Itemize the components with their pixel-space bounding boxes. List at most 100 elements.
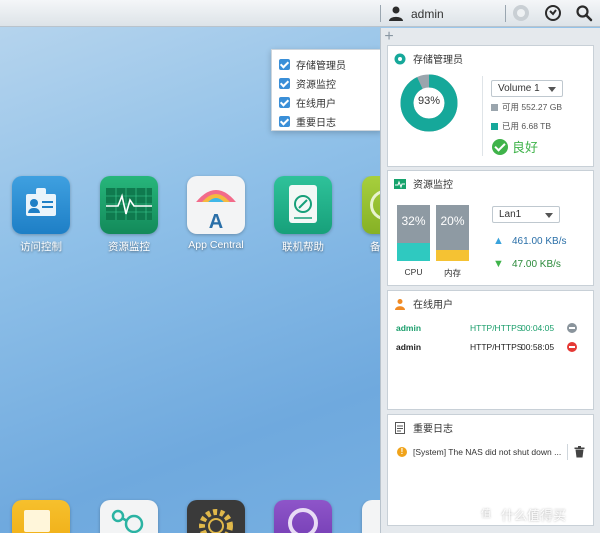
storage-widget: 存储管理员 93% Volume 1 可用 552.27 GB 已用 6.68 … — [387, 45, 594, 167]
log-widget-title: 重要日志 — [413, 424, 453, 435]
app-access-control[interactable]: 访问控制 — [6, 176, 76, 254]
memory-label: 内存 — [443, 268, 461, 278]
log-icon — [395, 421, 405, 434]
topbar-separator — [380, 5, 381, 22]
app-file-explorer[interactable] — [6, 500, 76, 533]
resource-widget: 资源监控 32% CPU 20% 内存 Lan1 ▲ 461.00 KB/s ▼… — [387, 170, 594, 286]
upload-rate: ▲ 461.00 KB/s — [493, 235, 566, 247]
chooser-option-label: 存储管理员 — [296, 60, 346, 72]
watermark: 值 什么值得买 — [477, 505, 566, 524]
svg-text:A: A — [209, 211, 223, 233]
online-user-protocol: HTTP/HTTPS — [470, 342, 523, 352]
watermark-logo: 值 — [477, 505, 495, 524]
log-entry[interactable]: ! [System] The NAS did not shut down ... — [397, 444, 587, 460]
online-user-name: admin — [396, 342, 422, 352]
share-icon — [100, 500, 158, 533]
storage-status-text: 良好 — [512, 140, 539, 155]
app-online-help[interactable]: 联机帮助 — [268, 176, 338, 254]
storage-widget-title: 存储管理员 — [413, 55, 463, 66]
topbar-separator — [505, 5, 506, 22]
app-share[interactable] — [94, 500, 164, 533]
online-user-icon — [395, 298, 405, 310]
top-bar: admin — [0, 0, 600, 27]
access-control-icon — [12, 176, 70, 234]
used-value: 6.68 TB — [521, 121, 552, 131]
chooser-option-label: 资源监控 — [296, 79, 336, 91]
storage-used: 已用 6.68 TB — [491, 120, 551, 132]
memory-percent: 20% — [440, 214, 465, 228]
memory-bar: 20% — [436, 205, 469, 261]
disconnect-icon[interactable] — [567, 342, 577, 352]
checkbox-checked-icon[interactable] — [279, 96, 290, 108]
online-help-icon — [274, 176, 332, 234]
used-label: 已用 — [502, 121, 520, 131]
storage-percent: 93% — [417, 95, 441, 107]
app-settings[interactable] — [181, 500, 251, 533]
user-icon[interactable] — [388, 5, 404, 21]
app-partial[interactable]: 备 — [354, 176, 380, 254]
online-user-row: admin HTTP/HTTPS 00:04:05 — [396, 321, 586, 335]
username-label[interactable]: admin — [411, 7, 444, 21]
app-media[interactable] — [268, 500, 338, 533]
app-label: App Central — [188, 239, 244, 251]
checkbox-checked-icon[interactable] — [279, 77, 290, 89]
app-central-icon: A — [187, 176, 245, 234]
resource-widget-header: 资源监控 — [394, 176, 453, 191]
available-value: 552.27 GB — [521, 102, 563, 112]
app-label: 备 — [370, 241, 380, 253]
app-partial-2[interactable] — [354, 500, 380, 533]
chooser-option-resource[interactable]: 资源监控 — [279, 76, 336, 91]
chooser-option-online-users[interactable]: 在线用户 — [279, 95, 336, 110]
widget-chooser: 存储管理员 资源监控 在线用户 重要日志 — [271, 49, 382, 131]
online-user-protocol: HTTP/HTTPS — [470, 323, 523, 333]
partial-app-icon — [362, 176, 380, 234]
folder-icon — [12, 500, 70, 533]
online-user-name: admin — [396, 323, 422, 333]
resource-monitor-small-icon — [394, 178, 406, 189]
app-resource-monitor[interactable]: 资源监控 — [94, 176, 164, 254]
storage-icon — [394, 53, 406, 64]
download-value: 47.00 KB/s — [512, 258, 561, 270]
checkbox-checked-icon[interactable] — [279, 58, 290, 70]
checkbox-checked-icon[interactable] — [279, 115, 290, 127]
cpu-label: CPU — [404, 267, 423, 277]
download-rate: ▼ 47.00 KB/s — [493, 258, 561, 270]
app-label: 访问控制 — [20, 241, 62, 253]
online-users-title: 在线用户 — [413, 300, 453, 311]
chooser-option-label: 重要日志 — [296, 117, 336, 129]
add-widget-button[interactable]: + — [382, 28, 396, 46]
online-user-row: admin HTTP/HTTPS 00:58:05 — [396, 340, 586, 354]
lan-select-value: Lan1 — [499, 209, 522, 220]
online-user-time: 00:58:05 — [521, 342, 555, 352]
settings-gear-icon — [187, 500, 245, 533]
chooser-option-log[interactable]: 重要日志 — [279, 114, 336, 129]
partial-app-2-icon — [362, 500, 380, 533]
disconnect-icon[interactable] — [567, 323, 577, 333]
arrow-down-icon: ▼ — [493, 258, 504, 270]
volume-select[interactable]: Volume 1 — [491, 80, 563, 97]
volume-select-value: Volume 1 — [498, 83, 540, 94]
search-icon[interactable] — [575, 4, 593, 22]
notification-icon[interactable] — [512, 4, 530, 22]
app-label: 联机帮助 — [282, 241, 324, 253]
check-circle-icon — [492, 138, 508, 155]
watermark-text: 什么值得买 — [501, 508, 567, 523]
storage-widget-header: 存储管理员 — [394, 51, 463, 66]
online-user-time: 00:04:05 — [521, 323, 555, 333]
options-icon[interactable] — [544, 4, 562, 22]
arrow-up-icon: ▲ — [493, 235, 504, 247]
trash-icon[interactable] — [574, 446, 585, 458]
chooser-option-storage[interactable]: 存储管理员 — [279, 57, 346, 72]
resource-widget-title: 资源监控 — [413, 180, 453, 191]
cpu-percent: 32% — [401, 214, 426, 228]
log-message: [System] The NAS did not shut down ... — [413, 447, 562, 457]
online-users-widget: 在线用户 admin HTTP/HTTPS 00:04:05 admin HTT… — [387, 290, 594, 410]
lan-select[interactable]: Lan1 — [492, 206, 560, 223]
app-label: 资源监控 — [108, 241, 150, 253]
cpu-bar: 32% — [397, 205, 430, 261]
storage-available: 可用 552.27 GB — [491, 101, 562, 113]
online-users-header: 在线用户 — [394, 296, 453, 311]
chevron-down-icon — [548, 87, 556, 92]
resource-monitor-icon — [100, 176, 158, 234]
app-app-central[interactable]: A App Central — [181, 176, 251, 251]
